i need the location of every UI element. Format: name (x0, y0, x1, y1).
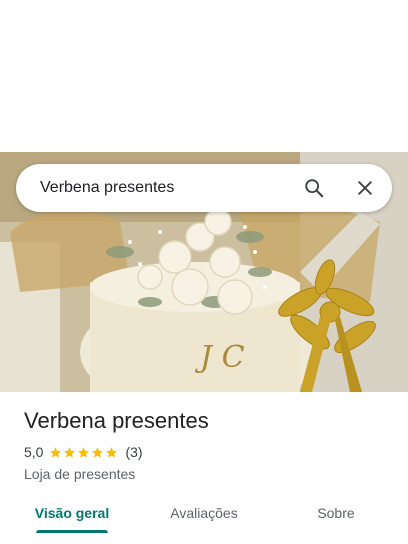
star-icon (78, 446, 90, 458)
monogram-text: J C (194, 340, 245, 375)
search-button[interactable] (298, 172, 330, 204)
star-rating (49, 446, 119, 459)
tab-bar: Visão geral Avaliações Sobre (0, 498, 408, 538)
search-input[interactable]: Verbena presentes (40, 164, 174, 212)
star-icon (50, 446, 62, 458)
review-count[interactable]: (3) (125, 444, 142, 460)
search-bar[interactable]: Verbena presentes (16, 164, 392, 212)
tab-about[interactable]: Sobre (296, 498, 376, 536)
star-icon (106, 446, 118, 458)
search-icon (305, 179, 324, 198)
tab-reviews[interactable]: Avaliações (156, 498, 252, 536)
clear-button[interactable] (349, 172, 381, 204)
place-category: Loja de presentes (24, 466, 136, 482)
place-title: Verbena presentes (24, 408, 209, 433)
close-icon (358, 181, 372, 195)
rating-value: 5,0 (24, 444, 44, 460)
active-tab-indicator (36, 530, 108, 533)
star-icon (64, 446, 76, 458)
star-icon (92, 446, 104, 458)
rating-row[interactable]: 5,0 (3) (24, 444, 143, 460)
